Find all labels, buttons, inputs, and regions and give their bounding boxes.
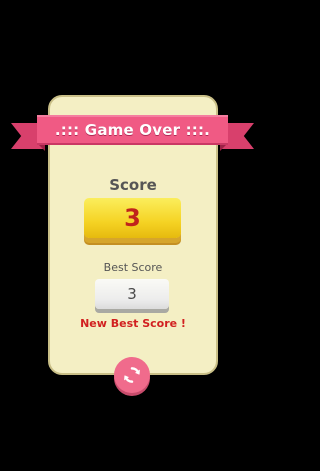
score-label: Score	[109, 176, 157, 194]
score-box: 3	[84, 198, 181, 238]
score-value: 3	[124, 204, 141, 232]
replay-button[interactable]	[114, 357, 150, 393]
game-over-title: .::: Game Over :::.	[54, 121, 211, 139]
new-best-score-message: New Best Score !	[80, 317, 186, 330]
title-ribbon: .::: Game Over :::.	[37, 115, 228, 145]
game-over-screen: .::: Game Over :::. Score 3 Best Score 3…	[0, 0, 265, 471]
replay-icon	[124, 367, 140, 383]
best-score-value: 3	[127, 285, 137, 303]
best-score-label: Best Score	[103, 261, 163, 274]
best-score-box: 3	[95, 279, 169, 309]
